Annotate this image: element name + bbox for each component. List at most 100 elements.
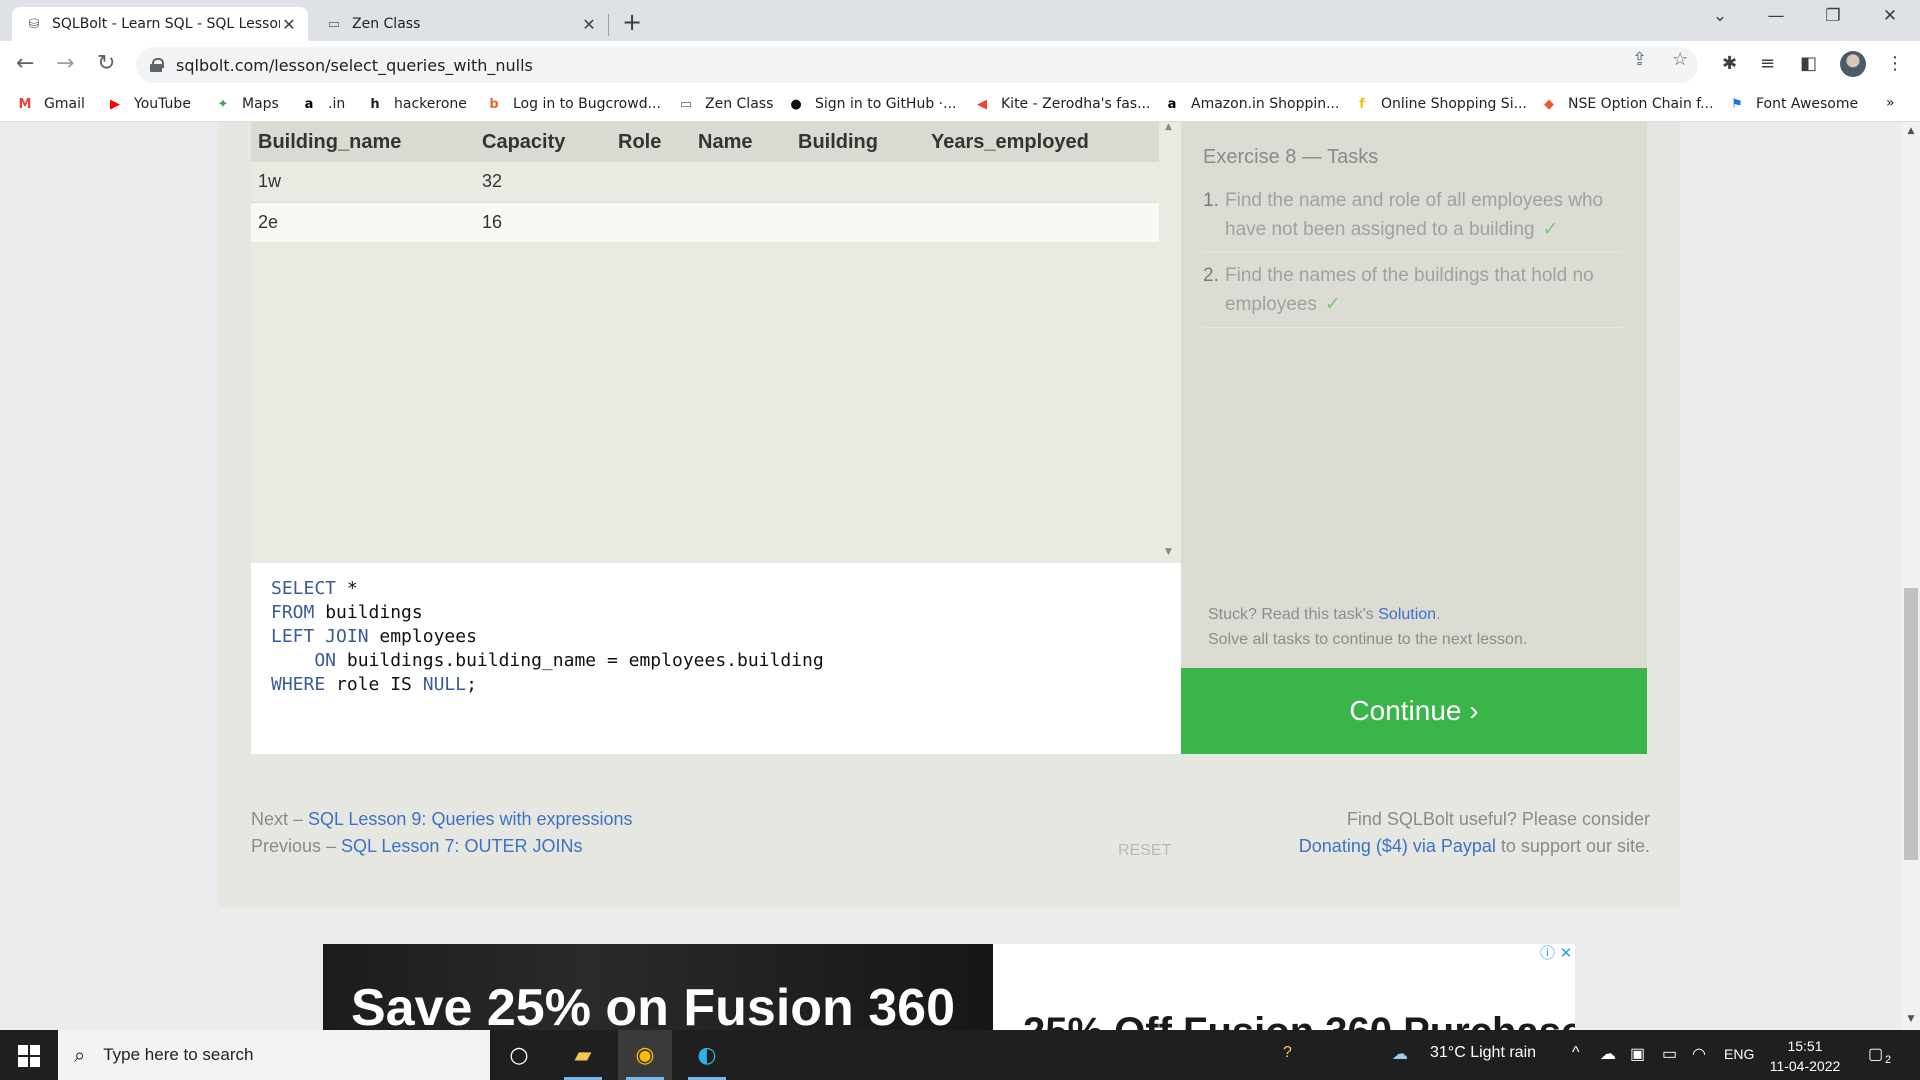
restore-icon[interactable]: ❐	[1813, 6, 1853, 26]
scroll-down-icon[interactable]: ▼	[1165, 547, 1172, 557]
bookmark-item[interactable]: ◆ NSE Option Chain f...	[1540, 95, 1714, 113]
bookmark-item[interactable]: f Online Shopping Si...	[1353, 95, 1527, 113]
share-icon[interactable]: ⇪	[1632, 49, 1647, 70]
scrollbar-thumb[interactable]	[1904, 588, 1918, 860]
bookmark-item[interactable]: b Log in to Bugcrowd...	[485, 95, 661, 113]
task-number: 1.	[1203, 190, 1219, 211]
bookmark-item[interactable]: M Gmail	[16, 95, 85, 113]
profile-avatar[interactable]	[1840, 51, 1866, 77]
previous-lesson-link[interactable]: SQL Lesson 7: OUTER JOINs	[341, 836, 582, 856]
sql-token: role	[325, 674, 391, 695]
tab-title: Zen Class	[352, 16, 421, 32]
language-indicator[interactable]: ENG	[1724, 1046, 1754, 1062]
new-tab-button[interactable]: +	[622, 8, 642, 36]
bookmark-star-icon[interactable]: ☆	[1672, 49, 1688, 70]
tab-zen-class[interactable]: ▭ Zen Class ✕	[312, 7, 608, 41]
scroll-down-icon[interactable]: ▼	[1904, 1014, 1918, 1024]
task-list: 1. Find the name and role of all employe…	[1203, 186, 1623, 336]
sql-keyword: SELECT	[271, 578, 337, 599]
menu-icon[interactable]: ⋮	[1886, 53, 1904, 74]
lesson-navigation: Next – SQL Lesson 9: Queries with expres…	[251, 806, 633, 860]
table-cell	[924, 202, 1159, 242]
bookmark-label: Font Awesome	[1756, 96, 1859, 112]
sql-editor[interactable]: SELECT * FROM buildings LEFT JOIN employ…	[251, 563, 1181, 754]
help-icon[interactable]: ?	[1283, 1044, 1292, 1062]
sql-code[interactable]: SELECT * FROM buildings LEFT JOIN employ…	[271, 577, 824, 697]
bookmark-label: Maps	[242, 96, 279, 112]
bookmark-item[interactable]: ⚑ Font Awesome	[1728, 95, 1858, 113]
continue-button[interactable]: Continue ›	[1181, 668, 1647, 754]
table-cell: 16	[475, 202, 611, 242]
page-scrollbar[interactable]	[1902, 122, 1920, 1030]
sql-token: buildings	[314, 602, 423, 623]
bookmark-item[interactable]: ✦ Maps	[214, 95, 279, 113]
bookmark-item[interactable]: ◀ Kite - Zerodha's fas...	[973, 95, 1150, 113]
table-cell	[611, 202, 691, 242]
scroll-up-icon[interactable]: ▲	[1165, 122, 1172, 132]
bookmark-item[interactable]: a Amazon.in Shoppin...	[1163, 95, 1340, 113]
forward-arrow-icon[interactable]: →	[56, 51, 74, 76]
side-panel-icon[interactable]: ◧	[1800, 53, 1817, 74]
chevron-up-icon[interactable]: ^	[1572, 1044, 1580, 1062]
clock[interactable]: 15:51 11-04-2022	[1765, 1036, 1845, 1076]
stuck-prefix: Stuck? Read this task's	[1208, 606, 1379, 623]
bookmark-item[interactable]: a .in	[300, 95, 346, 113]
bookmark-label: NSE Option Chain f...	[1568, 96, 1714, 112]
windows-taskbar: ⌕ Type here to search ○ ▰ ◉ ◐ ? ☁ 31°C L…	[0, 1030, 1920, 1080]
onedrive-icon[interactable]: ☁	[1600, 1044, 1616, 1064]
solution-link[interactable]: Solution	[1378, 606, 1436, 623]
back-arrow-icon[interactable]: ←	[16, 51, 34, 76]
bookmark-label: Log in to Bugcrowd...	[513, 96, 661, 112]
bugcrowd-icon: b	[489, 96, 499, 112]
table-cell	[924, 162, 1159, 203]
sql-keyword: LEFT JOIN	[271, 626, 369, 647]
results-scrollbar[interactable]: ▲ ▼	[1159, 122, 1181, 563]
ad-banner[interactable]: Save 25% on Fusion 360 25% Off Fusion 36…	[323, 944, 1575, 1030]
bookmark-item[interactable]: ▭ Zen Class	[677, 95, 774, 113]
close-window-icon[interactable]: ✕	[1870, 6, 1910, 26]
tab-sqlbolt[interactable]: ⛁ SQLBolt - Learn SQL - SQL Lesson ✕	[12, 7, 308, 41]
battery-icon[interactable]: ▭	[1662, 1044, 1677, 1064]
close-tab-icon[interactable]: ✕	[580, 15, 598, 34]
bookmark-label: Gmail	[44, 96, 85, 112]
weather-icon[interactable]: ☁	[1392, 1044, 1408, 1064]
page-icon: ▭	[327, 16, 341, 32]
reload-icon[interactable]: ↻	[97, 51, 115, 76]
table-cell	[691, 202, 791, 242]
minimize-icon[interactable]: —	[1756, 6, 1796, 26]
address-bar[interactable]: sqlbolt.com/lesson/select_queries_with_n…	[136, 47, 1698, 83]
scroll-up-icon[interactable]: ▲	[1904, 126, 1918, 136]
donate-link[interactable]: Donating ($4) via Paypal	[1299, 836, 1496, 856]
weather-text[interactable]: 31°C Light rain	[1430, 1044, 1536, 1062]
ad-info-close-icon[interactable]: ⓘ ✕	[1540, 942, 1572, 963]
bookmark-label: Amazon.in Shoppin...	[1191, 96, 1340, 112]
reading-list-icon[interactable]: ≡	[1760, 53, 1775, 74]
reset-button[interactable]: RESET	[1118, 842, 1171, 860]
bookmark-label: Zen Class	[705, 96, 774, 112]
task-view-icon[interactable]: ○	[492, 1030, 546, 1080]
taskbar-search[interactable]: ⌕ Type here to search	[58, 1030, 490, 1080]
display-icon[interactable]: ▣	[1630, 1044, 1645, 1064]
windows-start-icon[interactable]	[18, 1045, 40, 1067]
close-tab-icon[interactable]: ✕	[280, 15, 298, 34]
chrome-icon[interactable]: ◉	[618, 1030, 672, 1080]
file-explorer-icon[interactable]: ▰	[556, 1030, 610, 1080]
bookmark-label: Online Shopping Si...	[1381, 96, 1527, 112]
table-row: 2e 16	[251, 202, 1159, 242]
results-header-row: Building_name Capacity Role Name Buildin…	[251, 122, 1159, 162]
tab-search-icon[interactable]: ⌄	[1700, 6, 1740, 26]
bookmarks-overflow-icon[interactable]: »	[1886, 95, 1895, 111]
table-cell: 32	[475, 162, 611, 203]
next-lesson-link[interactable]: SQL Lesson 9: Queries with expressions	[308, 809, 633, 829]
notifications-icon[interactable]: ▢	[1868, 1044, 1883, 1064]
edge-icon[interactable]: ◐	[680, 1030, 734, 1080]
wifi-icon[interactable]: ◠	[1692, 1044, 1706, 1064]
table-cell	[691, 162, 791, 203]
bookmark-item[interactable]: ▶ YouTube	[106, 95, 191, 113]
bookmark-item[interactable]: ● Sign in to GitHub ·...	[787, 95, 956, 113]
lock-icon[interactable]	[150, 58, 164, 72]
extensions-icon[interactable]: ✱	[1722, 53, 1737, 74]
checkmark-icon: ✓	[1542, 219, 1559, 240]
bookmark-item[interactable]: h hackerone	[366, 95, 467, 113]
